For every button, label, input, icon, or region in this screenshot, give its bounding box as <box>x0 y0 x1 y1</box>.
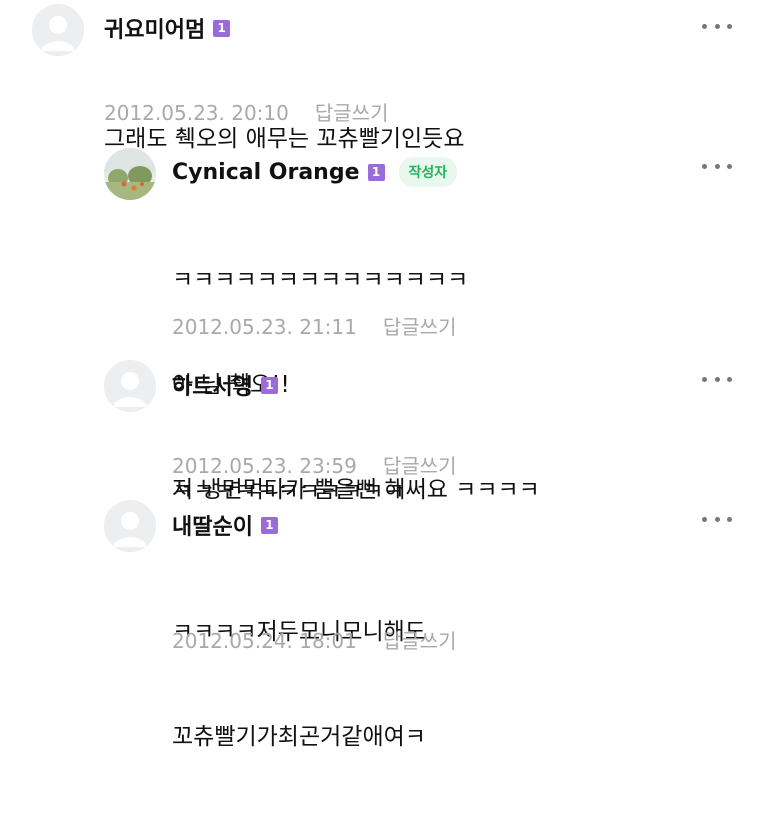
reply-button[interactable]: 답글쓰기 <box>383 454 457 478</box>
comment-line: ㅋㅋㅋㅋㅋㅋㅋㅋㅋㅋㅋ <box>172 479 405 505</box>
comment-meta: 2012.05.23. 20:10 답글쓰기 <box>104 97 388 126</box>
more-options-icon[interactable] <box>702 509 732 529</box>
level-badge-icon: 1 <box>213 19 231 37</box>
comment-date: 2012.05.23. 20:10 <box>104 101 289 125</box>
default-avatar-icon <box>104 500 156 552</box>
comment-line: 꼬츄빨기가최곤거같애여ㅋ <box>172 724 426 750</box>
comment-author-row: 내딸순이 1 <box>172 509 278 541</box>
more-options-icon[interactable] <box>702 16 732 36</box>
reply-button[interactable]: 답글쓰기 <box>315 101 389 125</box>
avatar[interactable] <box>104 500 156 552</box>
level-badge-icon: 1 <box>367 163 385 181</box>
more-options-icon[interactable] <box>702 369 732 389</box>
default-avatar-icon <box>32 4 84 56</box>
comment-author-name[interactable]: 귀요미어멈 <box>104 12 205 44</box>
comment-author-row: Cynical Orange 1 작성자 <box>172 157 458 187</box>
comment-text: ㅋㅋㅋㅋ저두모니모니해도 꼬츄빨기가최곤거같애여ㅋ <box>172 545 426 825</box>
comment-meta: 2012.05.23. 23:59 답글쓰기 <box>172 450 456 479</box>
comment-date: 2012.05.23. 23:59 <box>172 454 357 478</box>
comment-author-name[interactable]: 내딸순이 <box>172 509 253 541</box>
reply-button[interactable]: 답글쓰기 <box>383 315 457 339</box>
author-badge: 작성자 <box>398 157 458 187</box>
comment-author-name[interactable]: 하트서영 <box>172 369 253 401</box>
comment-line: ㅋㅋㅋㅋㅋㅋㅋㅋㅋㅋㅋㅋㅋㅋ <box>172 267 469 293</box>
avatar[interactable] <box>104 360 156 412</box>
comment-line: 그래도 췍오의 애무는 꼬츄빨기인듯요 <box>104 126 465 152</box>
reply-button[interactable]: 답글쓰기 <box>383 629 457 653</box>
comment-date: 2012.05.23. 21:11 <box>172 315 357 339</box>
avatar[interactable] <box>104 148 156 200</box>
comment-date: 2012.05.24. 18:01 <box>172 629 357 653</box>
profile-photo-icon <box>104 148 156 200</box>
comment-meta: 2012.05.23. 21:11 답글쓰기 <box>172 311 456 340</box>
comment-author-name[interactable]: Cynical Orange <box>172 160 360 185</box>
level-badge-icon: 1 <box>260 516 278 534</box>
default-avatar-icon <box>104 360 156 412</box>
more-options-icon[interactable] <box>702 156 732 176</box>
comment-meta: 2012.05.24. 18:01 답글쓰기 <box>172 625 456 654</box>
comment-author-row: 하트서영 1 <box>172 369 278 401</box>
comment-author-row: 귀요미어멈 1 <box>104 12 231 44</box>
level-badge-icon: 1 <box>260 376 278 394</box>
avatar[interactable] <box>32 4 84 56</box>
